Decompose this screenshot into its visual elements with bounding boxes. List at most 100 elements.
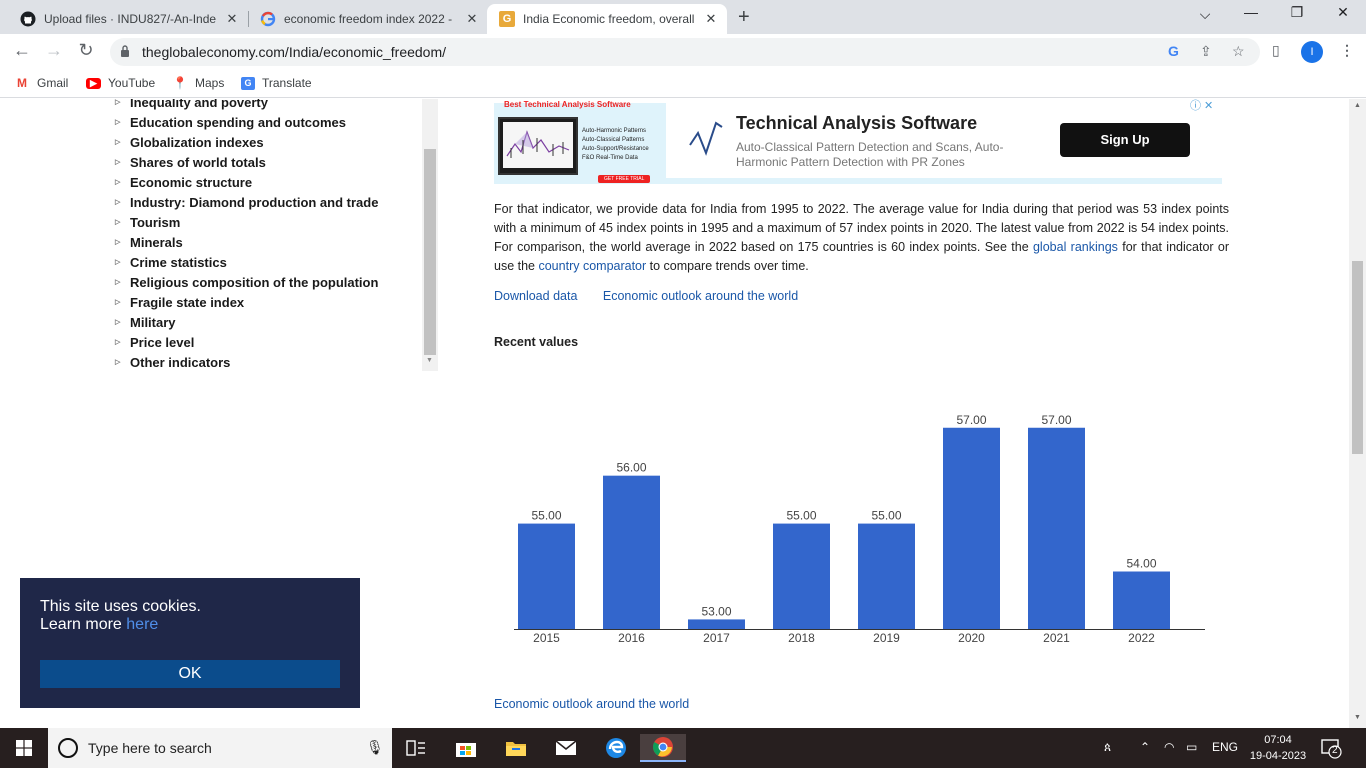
chart-bar[interactable]: [1113, 571, 1170, 630]
chart-bar[interactable]: [518, 523, 575, 629]
sidebar-item[interactable]: ▷ Economic structure: [115, 173, 378, 193]
tab-google-search[interactable]: economic freedom index 2022 - ✕: [248, 4, 488, 34]
close-tab-icon[interactable]: ✕: [224, 11, 240, 27]
sidebar-scroll-thumb[interactable]: [424, 149, 436, 355]
wifi-icon[interactable]: ◠: [1164, 740, 1174, 754]
sidebar-item-label: Education spending and outcomes: [130, 115, 346, 130]
tab-strip: Upload files · INDU827/-An-Inde ✕ econom…: [0, 0, 1366, 34]
people-icon[interactable]: ጰ: [1104, 740, 1111, 755]
sidebar-item[interactable]: ▷ Education spending and outcomes: [115, 113, 378, 133]
reload-icon[interactable]: ↻: [74, 40, 98, 61]
microphone-icon[interactable]: 🎙: [366, 739, 384, 756]
chart-bar[interactable]: [1028, 427, 1085, 629]
sidebar-item[interactable]: ▷ Minerals: [115, 233, 378, 253]
bar-value-label: 57.00: [1041, 413, 1071, 427]
bookmark-youtube[interactable]: ▶ YouTube: [86, 76, 155, 90]
sidebar-item[interactable]: ▷ Shares of world totals: [115, 153, 378, 173]
chart-bar[interactable]: [603, 475, 660, 629]
share-icon[interactable]: ⇪: [1200, 43, 1212, 60]
economic-outlook-bottom-link[interactable]: Economic outlook around the world: [494, 697, 689, 711]
tab-search-chevron-icon[interactable]: ⌵: [1182, 6, 1228, 23]
ad-choices-close-icon[interactable]: ⓘ ✕: [1190, 99, 1213, 113]
file-explorer-icon[interactable]: [496, 734, 536, 762]
taskbar-clock[interactable]: 07:04 19-04-2023: [1248, 732, 1308, 764]
cookie-learn-more: Learn more: [40, 616, 127, 633]
taskbar-search-placeholder: Type here to search: [88, 740, 212, 756]
download-data-link[interactable]: Download data: [494, 289, 577, 303]
sidebar-item[interactable]: ▷ Globalization indexes: [115, 133, 378, 153]
chart-bar[interactable]: [688, 619, 745, 629]
sidebar-item-label: Religious composition of the population: [130, 275, 379, 290]
language-indicator[interactable]: ENG: [1212, 740, 1238, 754]
scroll-down-arrow-icon[interactable]: ▼: [426, 357, 433, 364]
sidebar-scrollbar[interactable]: ▼: [422, 99, 438, 371]
bookmark-gmail[interactable]: M Gmail: [14, 76, 68, 90]
clock-date: 19-04-2023: [1249, 750, 1307, 762]
close-window-icon[interactable]: ✕: [1320, 4, 1366, 21]
sidebar-item[interactable]: ▷ Inequality and poverty: [115, 99, 378, 113]
address-bar[interactable]: theglobaleconomy.com/India/economic_free…: [110, 38, 1260, 66]
ad-feature: Auto-Harmonic Patterns: [582, 128, 647, 134]
sidebar-item[interactable]: ▷ Other indicators: [115, 353, 378, 373]
chart-bar[interactable]: [943, 427, 1000, 629]
scroll-down-arrow-icon[interactable]: ▼: [1354, 714, 1361, 721]
start-button[interactable]: [0, 728, 48, 768]
bookmark-translate[interactable]: G Translate: [241, 76, 312, 90]
tray-chevron-up-icon[interactable]: ⌃: [1140, 740, 1150, 754]
tab-upload-files[interactable]: Upload files · INDU827/-An-Inde ✕: [8, 4, 248, 34]
side-panel-icon[interactable]: ▯: [1272, 42, 1280, 59]
forward-arrow-icon[interactable]: →: [42, 40, 66, 61]
sidebar-item[interactable]: ▷ Religious composition of the population: [115, 273, 378, 293]
menu-dots-icon[interactable]: ⋮: [1340, 42, 1354, 59]
edge-browser-icon[interactable]: [596, 734, 636, 762]
ad-banner[interactable]: Best Technical Analysis Software Auto-Ha…: [494, 100, 1222, 184]
back-arrow-icon[interactable]: ←: [10, 40, 34, 61]
tab-india-economic-freedom[interactable]: G India Economic freedom, overall ✕: [487, 4, 727, 34]
page-scroll-thumb[interactable]: [1352, 261, 1363, 454]
sidebar-item[interactable]: ▷ Crime statistics: [115, 253, 378, 273]
x-tick-label: 2015: [533, 631, 560, 645]
bookmark-star-icon[interactable]: ☆: [1232, 43, 1245, 60]
economic-outlook-link[interactable]: Economic outlook around the world: [603, 289, 798, 303]
cookie-ok-button[interactable]: OK: [40, 660, 340, 688]
sidebar-item[interactable]: ▷ Price level: [115, 333, 378, 353]
country-comparator-link[interactable]: country comparator: [538, 259, 646, 273]
chrome-taskbar-icon[interactable]: [640, 734, 686, 762]
chart-bar[interactable]: [858, 523, 915, 629]
profile-avatar[interactable]: I: [1301, 41, 1323, 63]
restore-icon[interactable]: ❐: [1274, 4, 1320, 21]
new-tab-plus-icon[interactable]: +: [738, 6, 750, 29]
minimize-icon[interactable]: —: [1228, 4, 1274, 20]
bookmarks-bar: M Gmail ▶ YouTube 📍 Maps G Translate: [0, 70, 1366, 98]
mail-icon[interactable]: [546, 734, 586, 762]
global-rankings-link[interactable]: global rankings: [1033, 240, 1118, 254]
notifications-icon[interactable]: 2: [1320, 737, 1342, 759]
sidebar-item[interactable]: ▷ Tourism: [115, 213, 378, 233]
sidebar-item-label: Minerals: [130, 235, 183, 250]
x-tick-label: 2021: [1043, 631, 1070, 645]
ad-sign-up-button[interactable]: Sign Up: [1060, 123, 1190, 157]
expand-arrow-icon: ▷: [115, 159, 121, 166]
sidebar-item[interactable]: ▷ Industry: Diamond production and trade: [115, 193, 378, 213]
scroll-up-arrow-icon[interactable]: ▲: [1354, 102, 1361, 109]
search-circle-icon: [58, 738, 78, 758]
page-scrollbar[interactable]: ▲ ▼: [1349, 99, 1366, 729]
ad-free-trial-badge[interactable]: GET FREE TRIAL: [598, 175, 651, 183]
close-tab-icon[interactable]: ✕: [703, 11, 719, 27]
taskbar-search[interactable]: Type here to search 🎙: [48, 728, 392, 768]
google-translate-icon[interactable]: G: [1168, 43, 1179, 59]
github-icon: [20, 11, 36, 27]
chart-bar[interactable]: [773, 523, 830, 629]
maps-pin-icon: 📍: [172, 76, 188, 90]
sidebar-item[interactable]: ▷ Fragile state index: [115, 293, 378, 313]
microsoft-store-icon[interactable]: [446, 734, 486, 762]
ad-card[interactable]: Technical Analysis Software Auto-Classic…: [666, 103, 1222, 178]
cookie-here-link[interactable]: here: [126, 616, 158, 633]
sidebar-item[interactable]: ▷ Military: [115, 313, 378, 333]
bookmark-maps[interactable]: 📍 Maps: [172, 76, 225, 90]
task-view-icon[interactable]: [396, 734, 436, 762]
close-tab-icon[interactable]: ✕: [464, 11, 480, 27]
battery-icon[interactable]: ▭: [1186, 740, 1197, 754]
candlestick-chart-icon: [506, 130, 570, 158]
ad-laptop-image: [498, 117, 578, 175]
